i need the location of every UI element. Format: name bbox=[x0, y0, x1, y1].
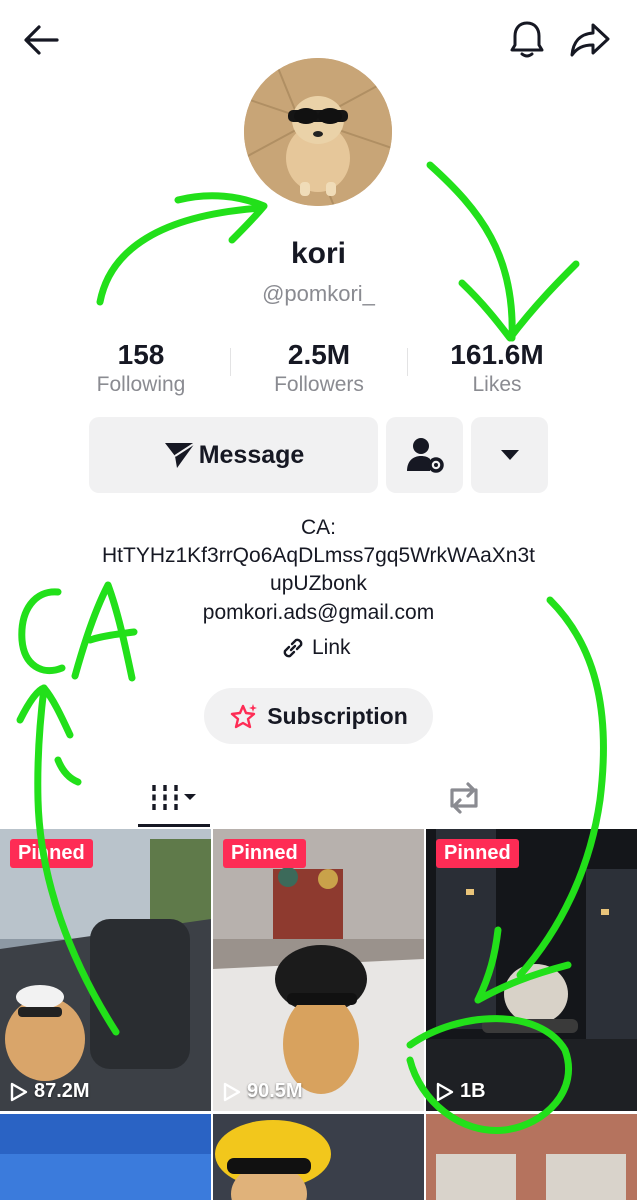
video-tile[interactable] bbox=[426, 1114, 637, 1200]
send-icon bbox=[164, 442, 196, 468]
stat-following-label: Following bbox=[96, 373, 186, 396]
play-icon bbox=[10, 1082, 28, 1101]
view-count: 87.2M bbox=[10, 1080, 90, 1103]
back-button[interactable] bbox=[22, 22, 62, 58]
video-thumbnail bbox=[213, 1114, 424, 1200]
tab-videos[interactable] bbox=[138, 770, 210, 826]
share-button[interactable] bbox=[568, 20, 612, 60]
subscription-label: Subscription bbox=[267, 702, 408, 729]
bio-email: pomkori.ads@gmail.com bbox=[202, 601, 435, 624]
video-tile[interactable]: Pinned 90.5M bbox=[213, 829, 424, 1111]
person-gear-icon bbox=[406, 438, 444, 473]
video-thumbnail bbox=[426, 1114, 637, 1200]
repost-icon bbox=[450, 782, 478, 814]
profile-handle: @pomkori_ bbox=[262, 281, 375, 306]
video-thumbnail bbox=[0, 1114, 211, 1200]
view-count: 90.5M bbox=[223, 1080, 303, 1103]
stat-likes[interactable]: 161.6M Likes bbox=[422, 338, 572, 398]
bio-line: upUZbonk bbox=[270, 572, 367, 595]
play-icon bbox=[436, 1082, 454, 1101]
video-tile[interactable]: Pinned 87.2M bbox=[0, 829, 211, 1111]
stat-likes-label: Likes bbox=[472, 373, 522, 396]
bio-line: CA: bbox=[300, 516, 336, 539]
video-thumbnail bbox=[213, 829, 424, 1111]
caret-down-icon bbox=[500, 450, 519, 460]
view-count-value: 1B bbox=[460, 1080, 486, 1102]
bell-icon bbox=[510, 21, 544, 58]
stat-likes-value: 161.6M bbox=[450, 339, 544, 370]
video-thumbnail bbox=[0, 829, 211, 1111]
tab-reposts[interactable] bbox=[428, 770, 500, 826]
bio-link[interactable]: Link bbox=[280, 633, 351, 663]
pinned-badge: Pinned bbox=[223, 839, 306, 868]
view-count-value: 90.5M bbox=[247, 1080, 303, 1102]
view-count: 1B bbox=[436, 1080, 486, 1103]
stat-divider bbox=[407, 348, 408, 376]
video-thumbnail bbox=[426, 829, 637, 1111]
more-options-button[interactable] bbox=[471, 417, 548, 493]
star-sparkle-icon bbox=[231, 704, 258, 729]
share-arrow-icon bbox=[570, 23, 610, 57]
stat-followers-label: Followers bbox=[274, 373, 364, 396]
avatar-image bbox=[244, 58, 392, 206]
play-icon bbox=[223, 1082, 241, 1101]
tab-active-indicator bbox=[138, 824, 210, 827]
message-label: Message bbox=[198, 440, 305, 469]
grid-icon bbox=[152, 785, 196, 811]
notifications-button[interactable] bbox=[506, 18, 548, 60]
friends-settings-button[interactable] bbox=[386, 417, 463, 493]
video-tile[interactable] bbox=[213, 1114, 424, 1200]
message-button[interactable]: Message bbox=[89, 417, 378, 493]
link-icon bbox=[283, 638, 303, 658]
stat-following[interactable]: 158 Following bbox=[66, 338, 216, 398]
pinned-badge: Pinned bbox=[436, 839, 519, 868]
pinned-badge: Pinned bbox=[10, 839, 93, 868]
link-label: Link bbox=[312, 636, 351, 659]
profile-name: kori bbox=[290, 237, 347, 270]
stat-followers[interactable]: 2.5M Followers bbox=[244, 338, 394, 398]
bio-line: HtTYHz1Kf3rrQo6AqDLmss7gq5WrkWAaXn3t bbox=[102, 544, 535, 567]
video-tile[interactable]: Pinned 1B bbox=[426, 829, 637, 1111]
stat-following-value: 158 bbox=[117, 339, 165, 370]
arrow-left-icon bbox=[24, 25, 59, 55]
avatar[interactable] bbox=[244, 58, 392, 206]
view-count-value: 87.2M bbox=[34, 1080, 90, 1102]
subscription-button[interactable]: Subscription bbox=[204, 688, 433, 744]
stat-divider bbox=[230, 348, 231, 376]
stat-followers-value: 2.5M bbox=[287, 339, 351, 370]
video-tile[interactable] bbox=[0, 1114, 211, 1200]
